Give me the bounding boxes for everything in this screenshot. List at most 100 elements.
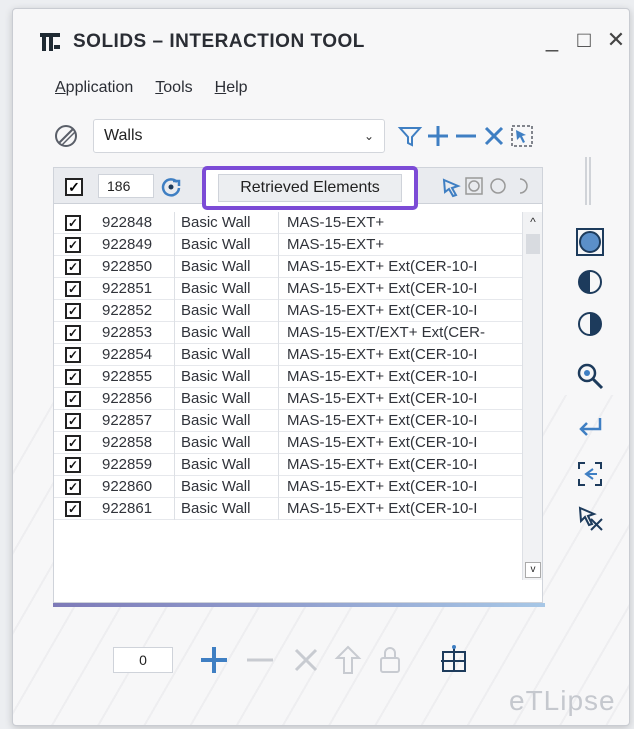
remove-icon[interactable] xyxy=(453,123,479,149)
row-category: Basic Wall xyxy=(174,498,278,520)
table-row[interactable]: ✓ 922860 Basic Wall MAS-15-EXT+ Ext(CER-… xyxy=(54,476,524,498)
table-row[interactable]: ✓ 922852 Basic Wall MAS-15-EXT+ Ext(CER-… xyxy=(54,300,524,322)
table-row[interactable]: ✓ 922853 Basic Wall MAS-15-EXT/EXT+ Ext(… xyxy=(54,322,524,344)
minimize-button[interactable]: _ xyxy=(539,27,565,53)
table-row[interactable]: ✓ 922851 Basic Wall MAS-15-EXT+ Ext(CER-… xyxy=(54,278,524,300)
selection-counter: 0 xyxy=(113,647,173,673)
refresh-icon[interactable] xyxy=(160,176,182,198)
scroll-up-arrow-icon[interactable]: ^ xyxy=(523,214,543,230)
menu-tools[interactable]: Tools xyxy=(155,79,192,101)
row-id: 922861 xyxy=(102,500,153,517)
isolate-full-icon[interactable] xyxy=(575,227,605,257)
filter-icon[interactable] xyxy=(397,123,423,149)
row-id: 922853 xyxy=(102,324,153,341)
table-row[interactable]: ✓ 922850 Basic Wall MAS-15-EXT+ Ext(CER-… xyxy=(54,256,524,278)
square-select-icon[interactable] xyxy=(464,176,484,196)
row-checkbox[interactable]: ✓ xyxy=(65,281,81,297)
remove-selection-icon[interactable] xyxy=(243,643,277,677)
side-toolbar-separator xyxy=(585,157,591,205)
circle-select-icon[interactable] xyxy=(488,176,508,196)
table-row[interactable]: ✓ 922854 Basic Wall MAS-15-EXT+ Ext(CER-… xyxy=(54,344,524,366)
select-in-view-icon[interactable] xyxy=(509,123,535,149)
table-row[interactable]: ✓ 922849 Basic Wall MAS-15-EXT+ xyxy=(54,234,524,256)
table-row[interactable]: ✓ 922859 Basic Wall MAS-15-EXT+ Ext(CER-… xyxy=(54,454,524,476)
table-row[interactable]: ✓ 922848 Basic Wall MAS-15-EXT+ xyxy=(54,212,524,234)
zoom-icon[interactable] xyxy=(575,361,605,391)
move-up-icon[interactable] xyxy=(331,643,365,677)
table-accent-bar xyxy=(53,603,545,607)
title-bar: SOLIDS – INTERACTION TOOL _ □ ✕ xyxy=(13,9,629,69)
table-row[interactable]: ✓ 922855 Basic Wall MAS-15-EXT+ Ext(CER-… xyxy=(54,366,524,388)
isolate-right-half-icon[interactable] xyxy=(575,309,605,339)
row-id: 922859 xyxy=(102,456,153,473)
row-name: MAS-15-EXT+ Ext(CER-10-I xyxy=(278,454,524,476)
row-checkbox[interactable]: ✓ xyxy=(65,215,81,231)
row-id: 922857 xyxy=(102,412,153,429)
clear-selection-icon[interactable] xyxy=(575,503,605,533)
select-all-checkbox[interactable]: ✓ xyxy=(65,178,83,196)
grid-section-icon[interactable] xyxy=(437,643,471,677)
row-name: MAS-15-EXT+ Ext(CER-10-I xyxy=(278,366,524,388)
table-rows: ✓ 922848 Basic Wall MAS-15-EXT+ ✓ 922849… xyxy=(54,212,524,520)
table-row[interactable]: ✓ 922856 Basic Wall MAS-15-EXT+ Ext(CER-… xyxy=(54,388,524,410)
row-category: Basic Wall xyxy=(174,278,278,300)
row-checkbox[interactable]: ✓ xyxy=(65,391,81,407)
row-id: 922858 xyxy=(102,434,153,451)
menu-tools-label: ools xyxy=(163,79,193,96)
row-id: 922854 xyxy=(102,346,153,363)
scroll-thumb[interactable] xyxy=(526,234,540,254)
menu-help[interactable]: Help xyxy=(215,79,248,101)
row-name: MAS-15-EXT+ xyxy=(278,212,524,234)
row-id: 922848 xyxy=(102,214,153,231)
lock-icon[interactable] xyxy=(373,643,407,677)
maximize-button[interactable]: □ xyxy=(571,27,597,53)
row-checkbox[interactable]: ✓ xyxy=(65,237,81,253)
row-checkbox[interactable]: ✓ xyxy=(65,413,81,429)
window-title: SOLIDS – INTERACTION TOOL xyxy=(73,31,365,52)
return-icon[interactable] xyxy=(575,413,605,443)
vertical-scrollbar[interactable]: ^ v xyxy=(522,212,542,580)
row-checkbox[interactable]: ✓ xyxy=(65,259,81,275)
row-checkbox[interactable]: ✓ xyxy=(65,457,81,473)
row-name: MAS-15-EXT+ xyxy=(278,234,524,256)
row-checkbox[interactable]: ✓ xyxy=(65,347,81,363)
pick-cursor-icon[interactable] xyxy=(440,176,462,198)
half-circle-select-icon[interactable] xyxy=(510,176,530,196)
row-checkbox[interactable]: ✓ xyxy=(65,435,81,451)
row-name: MAS-15-EXT+ Ext(CER-10-I xyxy=(278,388,524,410)
row-category: Basic Wall xyxy=(174,432,278,454)
row-category: Basic Wall xyxy=(174,300,278,322)
delete-selection-icon[interactable] xyxy=(289,643,323,677)
row-checkbox[interactable]: ✓ xyxy=(65,325,81,341)
table-row[interactable]: ✓ 922861 Basic Wall MAS-15-EXT+ Ext(CER-… xyxy=(54,498,524,520)
clear-icon[interactable] xyxy=(481,123,507,149)
row-category: Basic Wall xyxy=(174,388,278,410)
category-select-value: Walls xyxy=(104,127,143,144)
bottom-toolbar: 0 xyxy=(113,641,533,681)
row-category: Basic Wall xyxy=(174,256,278,278)
menu-application[interactable]: Application xyxy=(55,79,133,101)
close-button[interactable]: ✕ xyxy=(603,27,629,53)
category-select[interactable]: Walls ⌄ xyxy=(93,119,385,153)
row-name: MAS-15-EXT+ Ext(CER-10-I xyxy=(278,410,524,432)
row-id: 922850 xyxy=(102,258,153,275)
isolate-left-half-icon[interactable] xyxy=(575,267,605,297)
category-toggle-icon[interactable] xyxy=(53,123,79,149)
add-icon[interactable] xyxy=(425,123,451,149)
row-checkbox[interactable]: ✓ xyxy=(65,479,81,495)
chevron-down-icon: ⌄ xyxy=(363,129,374,143)
add-selection-icon[interactable] xyxy=(197,643,231,677)
row-checkbox[interactable]: ✓ xyxy=(65,369,81,385)
menu-application-label: pplication xyxy=(65,79,134,96)
row-id: 922852 xyxy=(102,302,153,319)
table-row[interactable]: ✓ 922857 Basic Wall MAS-15-EXT+ Ext(CER-… xyxy=(54,410,524,432)
row-category: Basic Wall xyxy=(174,410,278,432)
zoom-selection-icon[interactable] xyxy=(575,459,605,489)
row-checkbox[interactable]: ✓ xyxy=(65,501,81,517)
scroll-down-arrow-icon[interactable]: v xyxy=(525,562,541,578)
menu-application-mnemonic: A xyxy=(55,79,66,96)
app-logo-icon xyxy=(40,33,60,51)
row-checkbox[interactable]: ✓ xyxy=(65,303,81,319)
row-id: 922849 xyxy=(102,236,153,253)
table-row[interactable]: ✓ 922858 Basic Wall MAS-15-EXT+ Ext(CER-… xyxy=(54,432,524,454)
